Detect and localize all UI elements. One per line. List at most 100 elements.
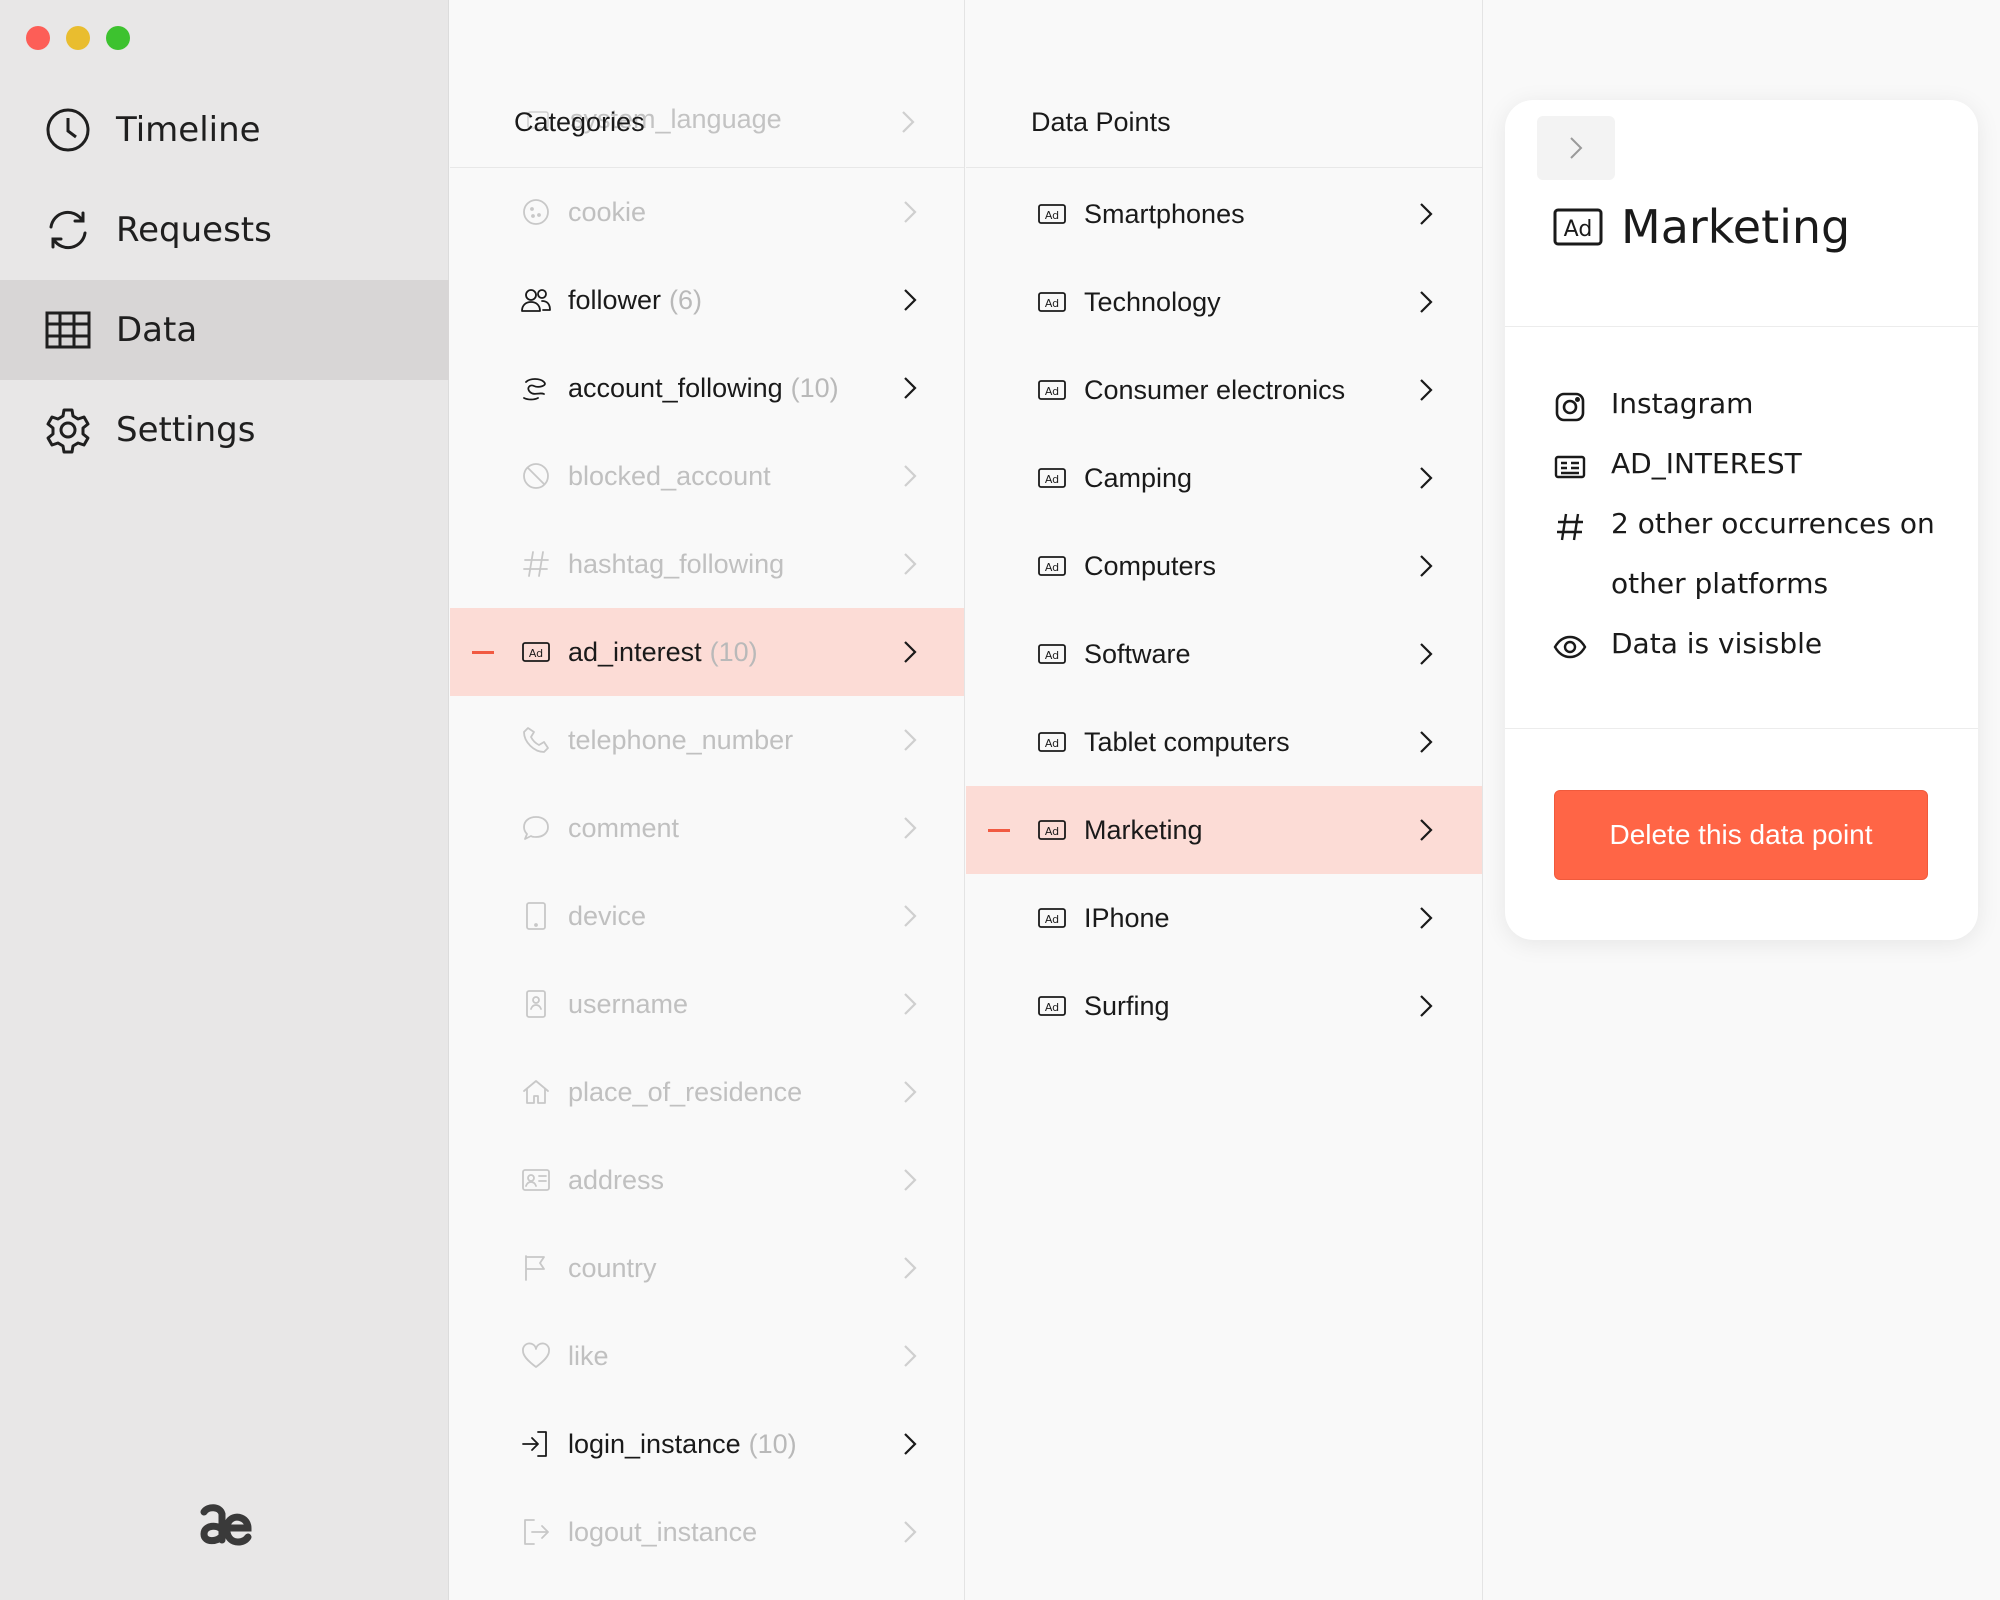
comment-icon — [518, 810, 554, 846]
logout-icon — [518, 1514, 554, 1550]
chevron-right-icon — [904, 905, 917, 927]
svg-text:Ad: Ad — [1045, 1001, 1059, 1014]
chevron-right-icon — [1420, 467, 1433, 489]
category-name: cookie — [568, 196, 647, 227]
chevron-right-icon — [1420, 731, 1433, 753]
category-name: telephone_number — [568, 724, 794, 755]
category-label: device — [568, 901, 646, 932]
chevron-right-icon — [1420, 995, 1433, 1017]
category-label: account_following (10) — [568, 373, 839, 404]
category-row-blocked-account[interactable]: blocked_account — [450, 432, 964, 520]
data-point-row[interactable]: Ad Tablet computers — [966, 698, 1482, 786]
maximize-window-button[interactable] — [106, 26, 130, 50]
chevron-right-icon — [1420, 643, 1433, 665]
detail-visibility-label: Data is visisble — [1611, 627, 1823, 660]
chevron-right-icon — [904, 993, 917, 1015]
ad-icon: Ad — [1553, 208, 1603, 246]
divider — [1505, 728, 1978, 729]
data-point-label: Technology — [1084, 286, 1221, 317]
categories-title: Categories — [514, 107, 645, 137]
phone-icon — [518, 722, 554, 758]
category-label: blocked_account — [568, 461, 771, 492]
data-point-label: Consumer electronics — [1084, 374, 1346, 405]
category-label: country — [568, 1253, 657, 1284]
delete-data-point-button[interactable]: Delete this data point — [1554, 790, 1928, 880]
sidebar-item-label: Requests — [116, 210, 272, 250]
username-icon — [518, 986, 554, 1022]
category-label: follower (6) — [568, 285, 702, 316]
data-point-row[interactable]: Ad Technology — [966, 258, 1482, 346]
sidebar-item-timeline[interactable]: Timeline — [0, 80, 449, 180]
data-point-row[interactable]: Ad Computers — [966, 522, 1482, 610]
category-row-country[interactable]: country — [450, 1224, 964, 1312]
collapse-detail-button[interactable] — [1537, 116, 1615, 180]
chevron-right-icon — [904, 201, 917, 223]
instagram-icon — [1555, 392, 1585, 422]
category-name: ad_interest — [568, 636, 702, 667]
chevron-right-icon — [904, 465, 917, 487]
category-label: hashtag_following — [568, 549, 784, 580]
clock-icon — [46, 108, 90, 152]
selection-marker — [472, 651, 494, 654]
data-point-row[interactable]: Ad Camping — [966, 434, 1482, 522]
data-point-row[interactable]: Ad Surfing — [966, 962, 1482, 1050]
data-point-row[interactable]: Ad Marketing — [966, 786, 1482, 874]
sidebar-item-label: Settings — [116, 410, 256, 450]
detail-title: Marketing — [1621, 200, 1851, 254]
category-row-follower[interactable]: follower (6) — [450, 256, 964, 344]
sidebar-item-data[interactable]: Data — [0, 280, 449, 380]
category-row-address[interactable]: address — [450, 1136, 964, 1224]
ad-icon: Ad — [1034, 548, 1070, 584]
category-name: like — [568, 1340, 609, 1371]
data-point-row[interactable]: Ad Software — [966, 610, 1482, 698]
detail-type: AD_INTEREST — [1553, 447, 1802, 494]
svg-text:Ad: Ad — [1045, 561, 1059, 574]
chevron-right-icon — [904, 1169, 917, 1191]
table-icon — [45, 311, 91, 349]
category-count: (6) — [669, 284, 703, 315]
data-point-label: Marketing — [1084, 814, 1203, 845]
category-row-hashtag-following[interactable]: hashtag_following — [450, 520, 964, 608]
detail-visibility: Data is visisble — [1553, 627, 1822, 674]
data-point-row[interactable]: Ad Smartphones — [966, 170, 1482, 258]
category-row-cookie[interactable]: cookie — [450, 168, 964, 256]
category-row-telephone-number[interactable]: telephone_number — [450, 696, 964, 784]
ad-icon: Ad — [1034, 724, 1070, 760]
sidebar-item-requests[interactable]: Requests — [0, 180, 449, 280]
category-row-like[interactable]: like — [450, 1312, 964, 1400]
category-row-logout-instance[interactable]: logout_instance — [450, 1488, 964, 1576]
minimize-window-button[interactable] — [66, 26, 90, 50]
data-point-row[interactable]: Ad Consumer electronics — [966, 346, 1482, 434]
device-icon — [518, 898, 554, 934]
chevron-right-icon — [904, 1433, 917, 1455]
data-points-title: Data Points — [1031, 107, 1171, 137]
data-point-row[interactable]: Ad IPhone — [966, 874, 1482, 962]
category-row-comment[interactable]: comment — [450, 784, 964, 872]
category-row-device[interactable]: device — [450, 872, 964, 960]
chevron-right-icon — [1420, 291, 1433, 313]
categories-column: system_language Categories cookie followe… — [450, 0, 965, 1600]
category-name: logout_instance — [568, 1516, 758, 1547]
hashtag-icon — [518, 546, 554, 582]
sidebar-item-settings[interactable]: Settings — [0, 380, 449, 480]
category-count: (10) — [790, 372, 839, 403]
category-label: ad_interest (10) — [568, 637, 758, 668]
chevron-right-icon — [904, 553, 917, 575]
close-window-button[interactable] — [26, 26, 50, 50]
category-row-ad-interest[interactable]: Ad ad_interest (10) — [450, 608, 964, 696]
data-point-label: IPhone — [1084, 902, 1170, 933]
category-count: (10) — [709, 636, 758, 667]
category-row-account-following[interactable]: account_following (10) — [450, 344, 964, 432]
category-row-login-instance[interactable]: login_instance (10) — [450, 1400, 964, 1488]
detail-type-label: AD_INTEREST — [1611, 447, 1802, 480]
category-name: account_following — [568, 372, 783, 403]
category-row-place-of-residence[interactable]: place_of_residence — [450, 1048, 964, 1136]
category-row-username[interactable]: username — [450, 960, 964, 1048]
gear-icon — [46, 408, 90, 454]
category-label: telephone_number — [568, 725, 793, 756]
category-count: (10) — [748, 1428, 797, 1459]
chevron-right-icon — [904, 1345, 917, 1367]
chevron-right-icon — [904, 1521, 917, 1543]
chevron-right-icon — [902, 111, 915, 133]
category-name: device — [568, 900, 647, 931]
